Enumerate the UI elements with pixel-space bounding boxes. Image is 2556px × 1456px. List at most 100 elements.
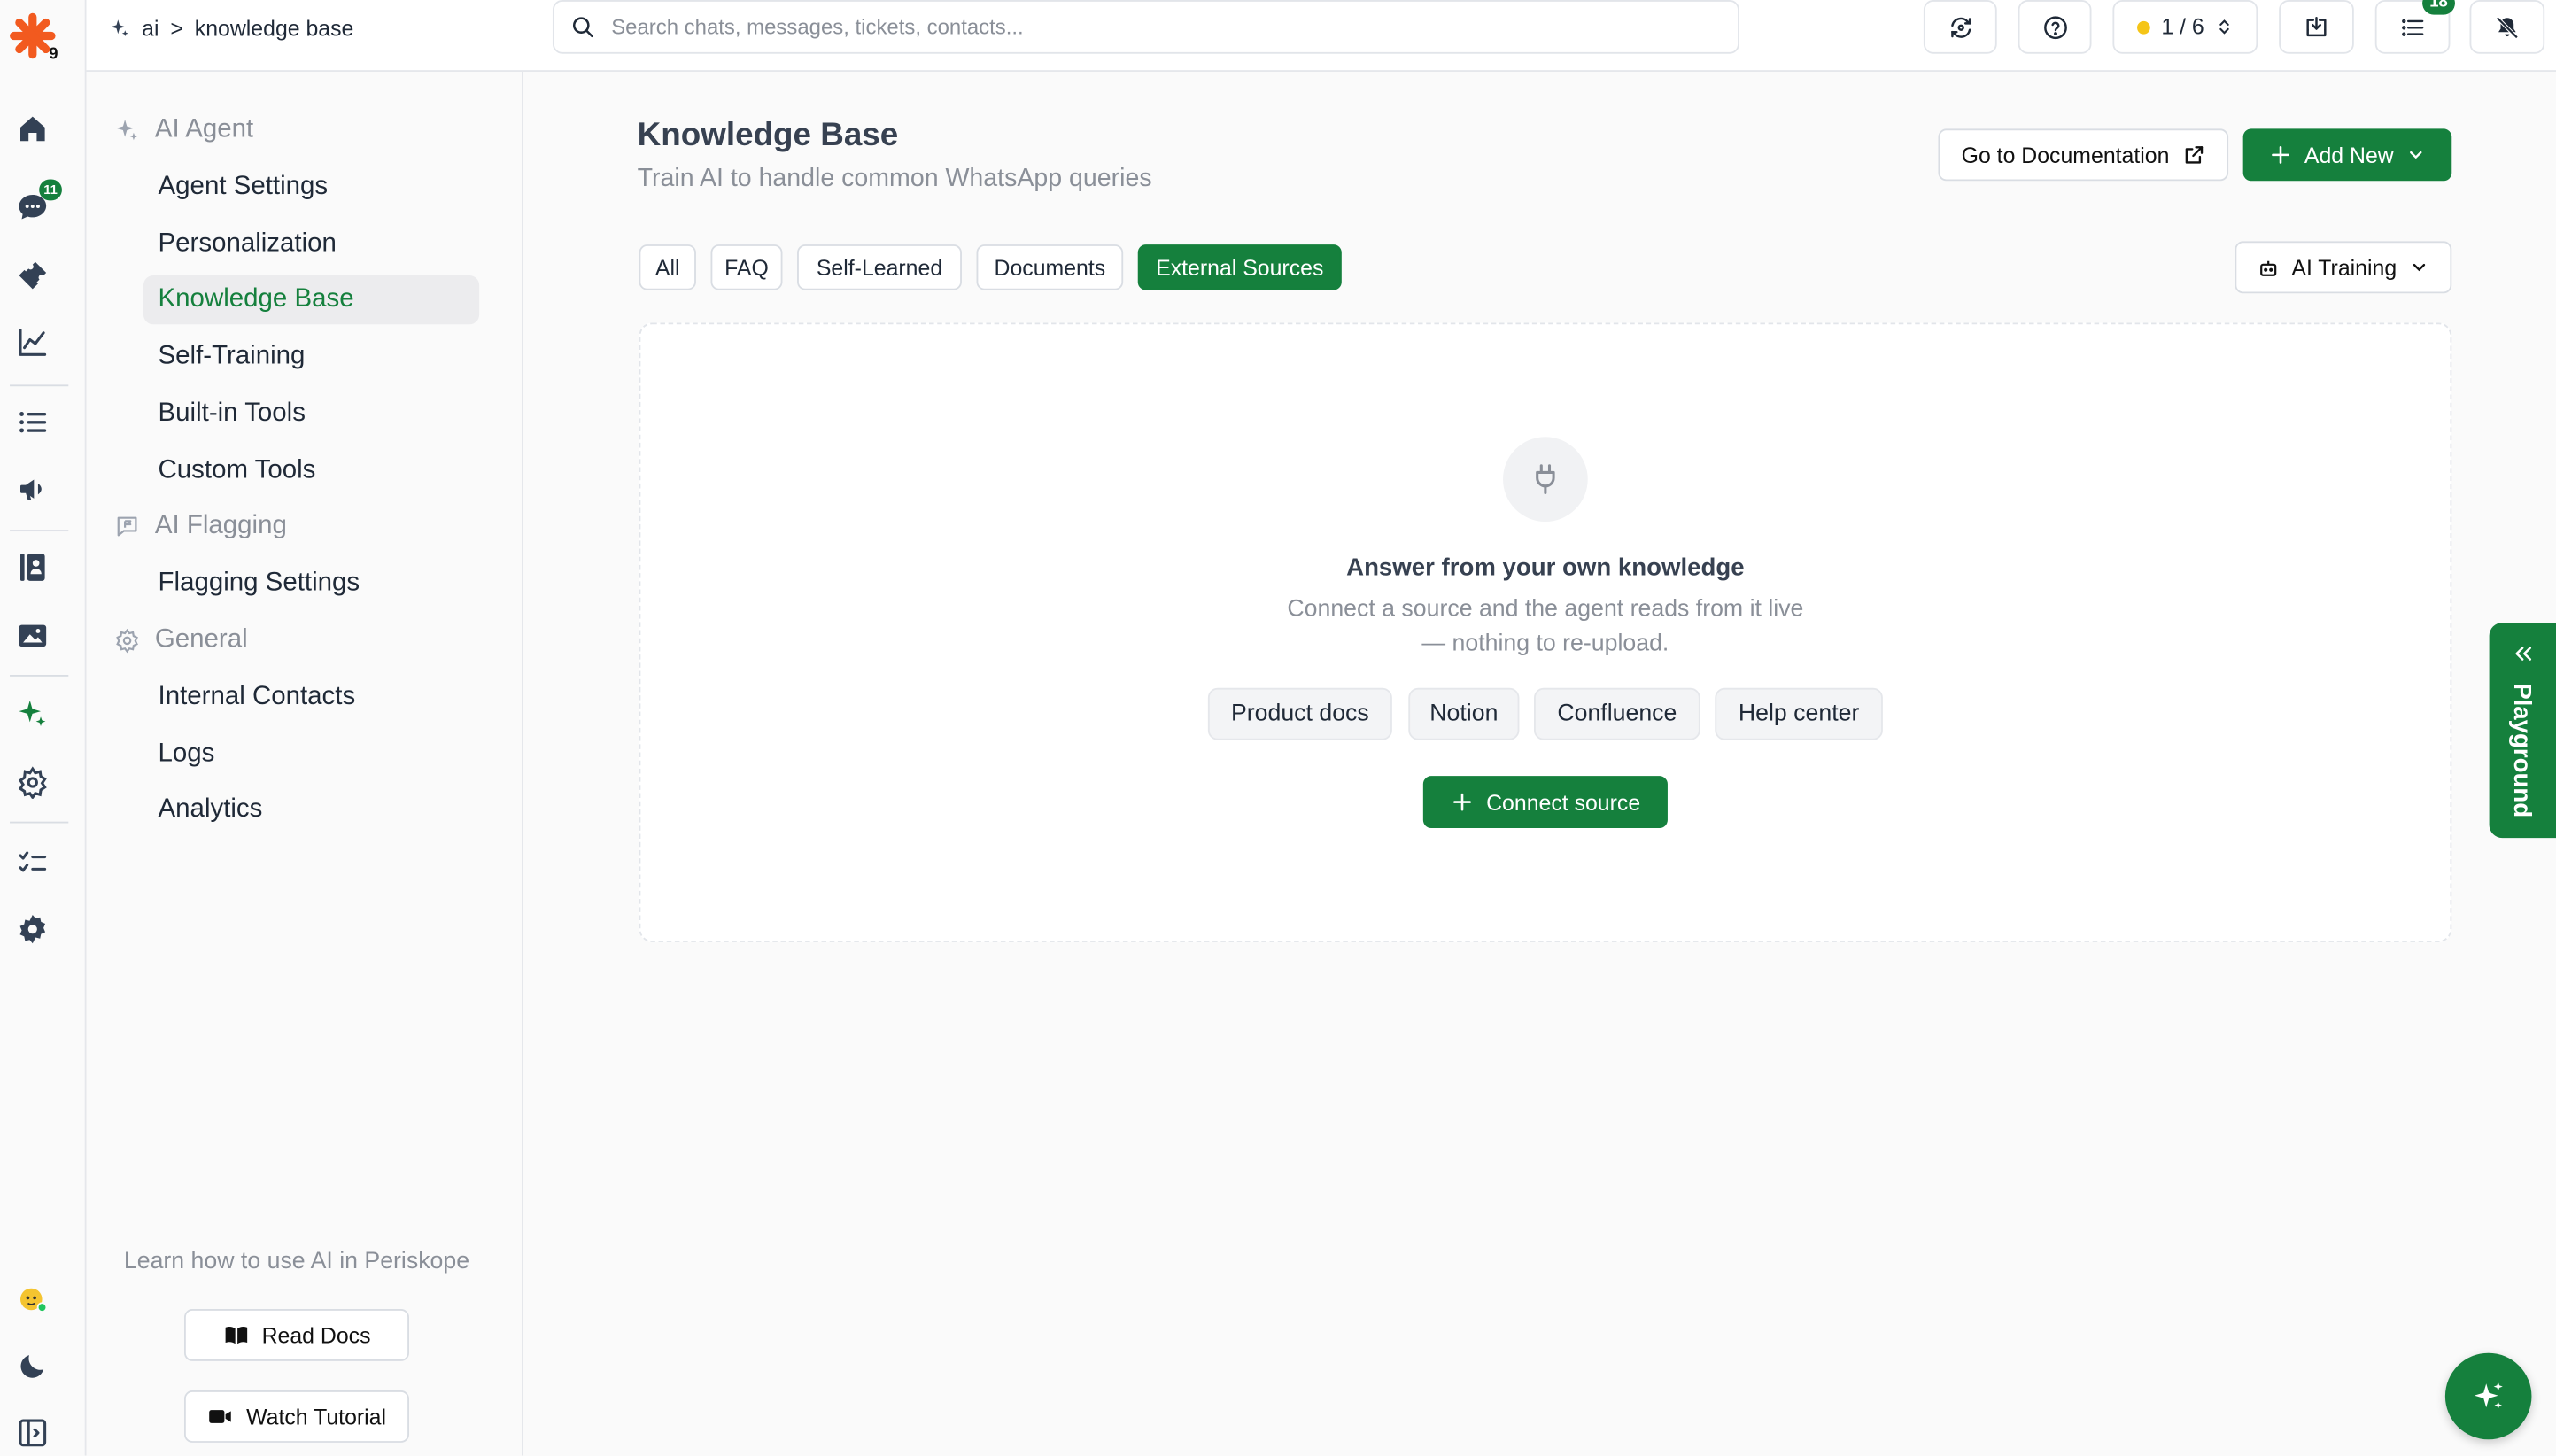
chevron-updown-icon bbox=[2219, 19, 2230, 35]
watch-tutorial-button[interactable]: Watch Tutorial bbox=[183, 1390, 409, 1443]
connect-source-label: Connect source bbox=[1486, 789, 1641, 815]
go-to-documentation-button[interactable]: Go to Documentation bbox=[1938, 128, 2229, 182]
tab-documents[interactable]: Documents bbox=[976, 244, 1124, 290]
chart-icon[interactable] bbox=[10, 320, 56, 366]
contacts-icon[interactable] bbox=[10, 545, 56, 591]
tasks-button[interactable]: 18 bbox=[2374, 0, 2455, 54]
chip-confluence[interactable]: Confluence bbox=[1534, 687, 1700, 740]
gear-icon bbox=[116, 628, 138, 654]
usage-count: 1 / 6 bbox=[2161, 14, 2204, 40]
plus-icon bbox=[1452, 793, 1471, 811]
refresh-icon bbox=[1950, 16, 1971, 37]
megaphone-icon[interactable] bbox=[10, 466, 56, 512]
playground-label: Playground bbox=[2507, 682, 2537, 817]
add-new-label: Add New bbox=[2304, 143, 2394, 167]
bot-icon bbox=[2259, 259, 2276, 275]
nav-built-in-tools[interactable]: Built-in Tools bbox=[143, 390, 479, 438]
tab-all[interactable]: All bbox=[639, 244, 696, 290]
nav-flagging-settings[interactable]: Flagging Settings bbox=[143, 559, 479, 608]
nav-internal-contacts[interactable]: Internal Contacts bbox=[143, 673, 479, 722]
ai-training-label: AI Training bbox=[2291, 255, 2397, 280]
read-docs-button[interactable]: Read Docs bbox=[183, 1309, 409, 1361]
sparkle-icon bbox=[2473, 1381, 2502, 1408]
breadcrumb: ai > knowledge base bbox=[109, 0, 353, 56]
ai-side-nav: AI Agent Agent Settings Personalization … bbox=[86, 71, 523, 1456]
nav-logs[interactable]: Logs bbox=[143, 731, 479, 779]
media-icon[interactable] bbox=[10, 613, 56, 659]
help-icon bbox=[2043, 15, 2066, 39]
tasks-badge: 18 bbox=[2422, 0, 2455, 15]
nav-analytics[interactable]: Analytics bbox=[143, 786, 479, 834]
global-search[interactable]: Search chats, messages, tickets, contact… bbox=[552, 0, 1739, 54]
tab-faq[interactable]: FAQ bbox=[710, 244, 783, 290]
app-rail: 9 11 bbox=[0, 0, 87, 1456]
playground-tab[interactable]: Playground bbox=[2489, 623, 2556, 839]
status-dot bbox=[2136, 20, 2150, 34]
chevrons-left-icon bbox=[2515, 647, 2532, 661]
add-new-button[interactable]: Add New bbox=[2242, 128, 2452, 182]
video-camera-icon bbox=[209, 1410, 231, 1423]
home-icon[interactable] bbox=[10, 106, 56, 152]
chevron-down-icon bbox=[2410, 151, 2423, 159]
search-input[interactable]: Search chats, messages, tickets, contact… bbox=[611, 15, 1023, 40]
watch-tutorial-label: Watch Tutorial bbox=[246, 1404, 387, 1429]
read-docs-label: Read Docs bbox=[261, 1322, 371, 1348]
logo-count: 9 bbox=[49, 45, 58, 64]
ai-assistant-fab[interactable] bbox=[2444, 1352, 2532, 1440]
nav-knowledge-base[interactable]: Knowledge Base bbox=[143, 275, 480, 325]
refresh-button[interactable] bbox=[1923, 0, 1997, 54]
page-title: Knowledge Base bbox=[637, 117, 899, 154]
settings-gear-icon[interactable] bbox=[10, 760, 56, 806]
checklist-icon[interactable] bbox=[10, 840, 56, 886]
ai-training-dropdown[interactable]: AI Training bbox=[2235, 241, 2452, 294]
usage-selector[interactable]: 1 / 6 bbox=[2112, 0, 2258, 54]
list-icon[interactable] bbox=[10, 399, 56, 445]
sparkle-icon bbox=[116, 119, 138, 141]
download-button[interactable] bbox=[2279, 0, 2354, 54]
breadcrumb-knowledge-base: knowledge base bbox=[194, 15, 354, 41]
chip-help-center[interactable]: Help center bbox=[1715, 687, 1883, 740]
book-icon bbox=[224, 1327, 247, 1344]
chevron-down-icon bbox=[2413, 263, 2426, 272]
notifications-button[interactable] bbox=[2469, 0, 2545, 54]
tasks-list-icon bbox=[2402, 18, 2424, 35]
go-docs-label: Go to Documentation bbox=[1961, 143, 2170, 167]
plug-icon bbox=[1503, 437, 1588, 522]
top-bar: ai > knowledge base Search chats, messag… bbox=[86, 0, 2556, 72]
rail-divider bbox=[10, 821, 69, 824]
empty-desc-line: — nothing to re-upload. bbox=[1421, 631, 1669, 657]
sparkle-icon bbox=[111, 19, 128, 36]
nav-self-training[interactable]: Self-Training bbox=[143, 332, 479, 381]
rail-divider bbox=[10, 530, 69, 532]
help-button[interactable] bbox=[2018, 0, 2092, 54]
collapse-sidebar-icon[interactable] bbox=[10, 1410, 56, 1456]
nav-agent-settings[interactable]: Agent Settings bbox=[143, 163, 479, 212]
settings-icon[interactable] bbox=[10, 906, 56, 952]
section-ai-flagging: AI Flagging bbox=[114, 502, 287, 551]
chip-product-docs[interactable]: Product docs bbox=[1207, 687, 1392, 740]
empty-state-description: Connect a source and the agent reads fro… bbox=[639, 593, 2452, 662]
external-link-icon bbox=[2185, 146, 2203, 164]
chip-notion[interactable]: Notion bbox=[1408, 687, 1520, 740]
tab-external-sources[interactable]: External Sources bbox=[1137, 244, 1342, 290]
breadcrumb-ai[interactable]: ai bbox=[142, 15, 159, 40]
rail-divider bbox=[10, 675, 69, 677]
moon-icon[interactable] bbox=[10, 1344, 56, 1390]
empty-desc-line: Connect a source and the agent reads fro… bbox=[1287, 596, 1804, 623]
section-label: General bbox=[154, 625, 248, 654]
nav-custom-tools[interactable]: Custom Tools bbox=[143, 446, 479, 495]
ai-sparkle-icon[interactable] bbox=[10, 691, 56, 737]
bell-off-icon bbox=[2496, 15, 2519, 38]
search-icon bbox=[572, 17, 593, 37]
flag-chat-icon bbox=[117, 516, 137, 537]
empty-state-title: Answer from your own knowledge bbox=[1346, 554, 1745, 583]
plus-icon bbox=[2271, 145, 2289, 164]
connect-source-button[interactable]: Connect source bbox=[1422, 776, 1668, 829]
chats-badge: 11 bbox=[39, 179, 62, 201]
avatar[interactable] bbox=[10, 1276, 56, 1322]
ticket-icon[interactable] bbox=[10, 252, 56, 298]
nav-personalization[interactable]: Personalization bbox=[143, 220, 479, 268]
tab-self-learned[interactable]: Self-Learned bbox=[797, 244, 962, 290]
section-general: General bbox=[114, 616, 248, 665]
download-icon bbox=[2306, 16, 2327, 36]
